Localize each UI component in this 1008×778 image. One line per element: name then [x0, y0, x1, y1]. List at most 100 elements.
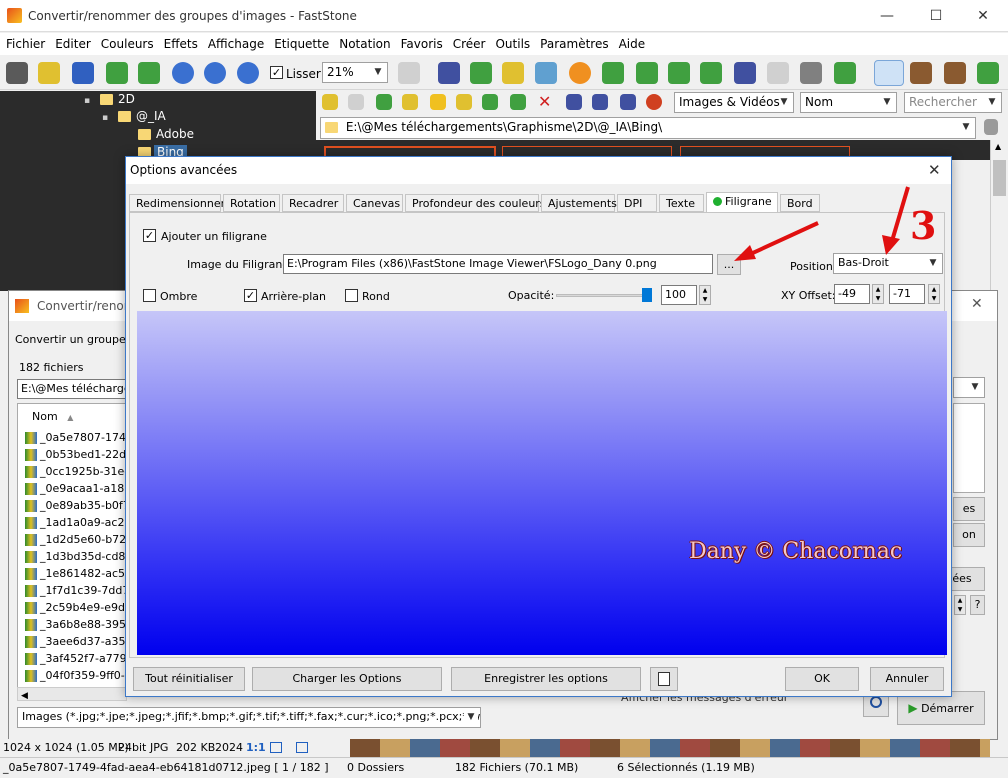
chevron-left-icon[interactable]: ◀ — [21, 691, 28, 701]
tab-bord[interactable]: Bord — [780, 194, 820, 212]
menu-etiquette[interactable]: Etiquette — [268, 33, 333, 51]
path-input[interactable]: E:\@Mes téléchargements\Graphisme\2D\@_I… — [320, 117, 976, 139]
tab-filigrane[interactable]: Filigrane — [706, 192, 778, 213]
rotate-right-icon[interactable] — [668, 62, 690, 84]
tab-texte[interactable]: Texte — [659, 194, 704, 212]
menu-affichage[interactable]: Affichage — [202, 33, 268, 51]
save-options-button[interactable]: Enregistrer les options — [451, 667, 641, 691]
filmstrip-icon[interactable] — [438, 62, 460, 84]
zoom-select[interactable]: 21% ▼ — [322, 62, 388, 83]
output-format-select[interactable]: ▼ — [953, 377, 985, 398]
up-folder-icon[interactable] — [376, 94, 392, 110]
fit-icon[interactable] — [270, 742, 282, 753]
save-icon[interactable] — [72, 62, 94, 84]
prev-icon[interactable] — [106, 62, 128, 84]
list-item[interactable]: _0cc1925b-31ed- — [25, 465, 135, 482]
zoom-out-icon[interactable] — [204, 62, 226, 84]
refresh-icon[interactable] — [402, 94, 418, 110]
fullscreen-icon[interactable] — [977, 62, 999, 84]
fullscreen-small-icon[interactable] — [296, 742, 308, 753]
opacity-input[interactable]: 100 — [661, 285, 697, 305]
close-icon[interactable]: ✕ — [971, 296, 983, 312]
filter-select[interactable]: Images & Vidéos ▼ — [674, 92, 794, 113]
badge-icon[interactable] — [646, 94, 662, 110]
menu-favoris[interactable]: Favoris — [395, 33, 447, 51]
forward-arrow-icon[interactable] — [348, 94, 364, 110]
compare-icon[interactable] — [734, 62, 756, 84]
list-item[interactable]: _1ad1a0a9-ac26- — [25, 516, 135, 533]
camera-icon[interactable] — [6, 62, 28, 84]
resize-icon[interactable] — [470, 62, 492, 84]
zoom-in-icon[interactable] — [172, 62, 194, 84]
tree-node-ia[interactable]: @_IA — [136, 109, 166, 123]
new-folder-icon[interactable] — [456, 94, 472, 110]
list-item[interactable]: _3aee6d37-a358- — [25, 635, 136, 652]
convert-tab[interactable]: Convertir un groupe d'i — [15, 333, 142, 346]
tab-ajustements[interactable]: Ajustements — [541, 194, 617, 212]
tab-recadrer[interactable]: Recadrer — [282, 194, 344, 212]
rotate-left-icon[interactable] — [636, 62, 658, 84]
menu-effets[interactable]: Effets — [158, 33, 202, 51]
maximize-button[interactable]: ☐ — [925, 6, 947, 26]
list-item[interactable]: _0a5e7807-1749- — [25, 431, 137, 448]
menu-notation[interactable]: Notation — [333, 33, 394, 51]
minimize-button[interactable]: — — [876, 6, 898, 26]
menu-outils[interactable]: Outils — [489, 33, 534, 51]
list-item[interactable]: _0b53bed1-22db- — [25, 448, 137, 465]
sort-select[interactable]: Nom ▼ — [800, 92, 897, 113]
stamp-icon[interactable] — [602, 62, 624, 84]
list-item[interactable]: _1f7d1c39-7dd7- — [25, 584, 133, 601]
options-button-1[interactable]: es — [953, 497, 985, 521]
menu-parametres[interactable]: Paramètres — [534, 33, 612, 51]
view-list-icon[interactable] — [592, 94, 608, 110]
search-input[interactable]: Rechercher ▼ — [904, 92, 1002, 113]
crop-icon[interactable] — [502, 62, 524, 84]
menu-fichier[interactable]: Fichier — [0, 33, 49, 51]
close-icon[interactable]: ✕ — [928, 161, 941, 179]
check-icon[interactable] — [834, 62, 856, 84]
tab-rotation[interactable]: Rotation — [223, 194, 280, 212]
tab-redimensionner[interactable]: Redimensionner — [129, 194, 225, 212]
layout-full-icon[interactable] — [944, 62, 966, 84]
x-offset-stepper[interactable]: ▲ ▼ — [872, 284, 884, 304]
layout-browser-icon[interactable] — [874, 60, 904, 86]
list-item[interactable]: _04f0f359-9ff0- — [25, 669, 125, 686]
list-item[interactable]: _1d3bd35d-cd81- — [25, 550, 136, 567]
list-item[interactable]: _0e89ab35-b0f7- — [25, 499, 134, 516]
y-offset-input[interactable]: -71 — [889, 284, 925, 304]
close-button[interactable]: ✕ — [972, 6, 994, 26]
collapse-icon[interactable]: ▪ — [102, 113, 108, 123]
tree-node-adobe[interactable]: Adobe — [156, 127, 194, 141]
list-item[interactable]: _0e9acaa1-a186- — [25, 482, 135, 499]
reset-all-button[interactable]: Tout réinitialiser — [133, 667, 245, 691]
copy-to-icon[interactable] — [482, 94, 498, 110]
back-arrow-icon[interactable] — [322, 94, 338, 110]
preview-button[interactable] — [650, 667, 678, 691]
move-to-icon[interactable] — [510, 94, 526, 110]
column-name-header[interactable]: Nom ▲ — [32, 410, 73, 423]
round-checkbox[interactable] — [345, 289, 358, 302]
collapse-icon[interactable]: ▪ — [84, 96, 90, 106]
list-item[interactable]: _3af452f7-a779- — [25, 652, 131, 669]
hand-tool-icon[interactable] — [398, 62, 420, 84]
menu-couleurs[interactable]: Couleurs — [95, 33, 158, 51]
delete-icon[interactable]: ✕ — [538, 92, 551, 111]
source-path-input[interactable]: E:\@Mes téléchargem — [17, 379, 127, 399]
horizontal-scrollbar[interactable]: ◀ — [17, 687, 127, 701]
favorites-icon[interactable] — [430, 94, 446, 110]
opacity-stepper[interactable]: ▲ ▼ — [699, 285, 711, 305]
list-item[interactable]: _1d2d5e60-b724- — [25, 533, 137, 550]
list-item[interactable]: _3a6b8e88-395f- — [25, 618, 133, 635]
menu-creer[interactable]: Créer — [447, 33, 490, 51]
next-icon[interactable] — [138, 62, 160, 84]
view-details-icon[interactable] — [620, 94, 636, 110]
x-offset-input[interactable]: -49 — [834, 284, 870, 304]
tab-canevas[interactable]: Canevas — [346, 194, 403, 212]
file-filter-select[interactable]: Images (*.jpg;*.jpe;*.jpeg;*.jfif;*.bmp;… — [17, 707, 481, 728]
shadow-checkbox[interactable] — [143, 289, 156, 302]
chevron-up-icon[interactable]: ▲ — [995, 142, 1001, 151]
menu-aide[interactable]: Aide — [613, 33, 650, 51]
actual-size-icon[interactable] — [237, 62, 259, 84]
y-offset-stepper[interactable]: ▲ ▼ — [928, 284, 940, 304]
trash-icon[interactable] — [984, 119, 998, 135]
